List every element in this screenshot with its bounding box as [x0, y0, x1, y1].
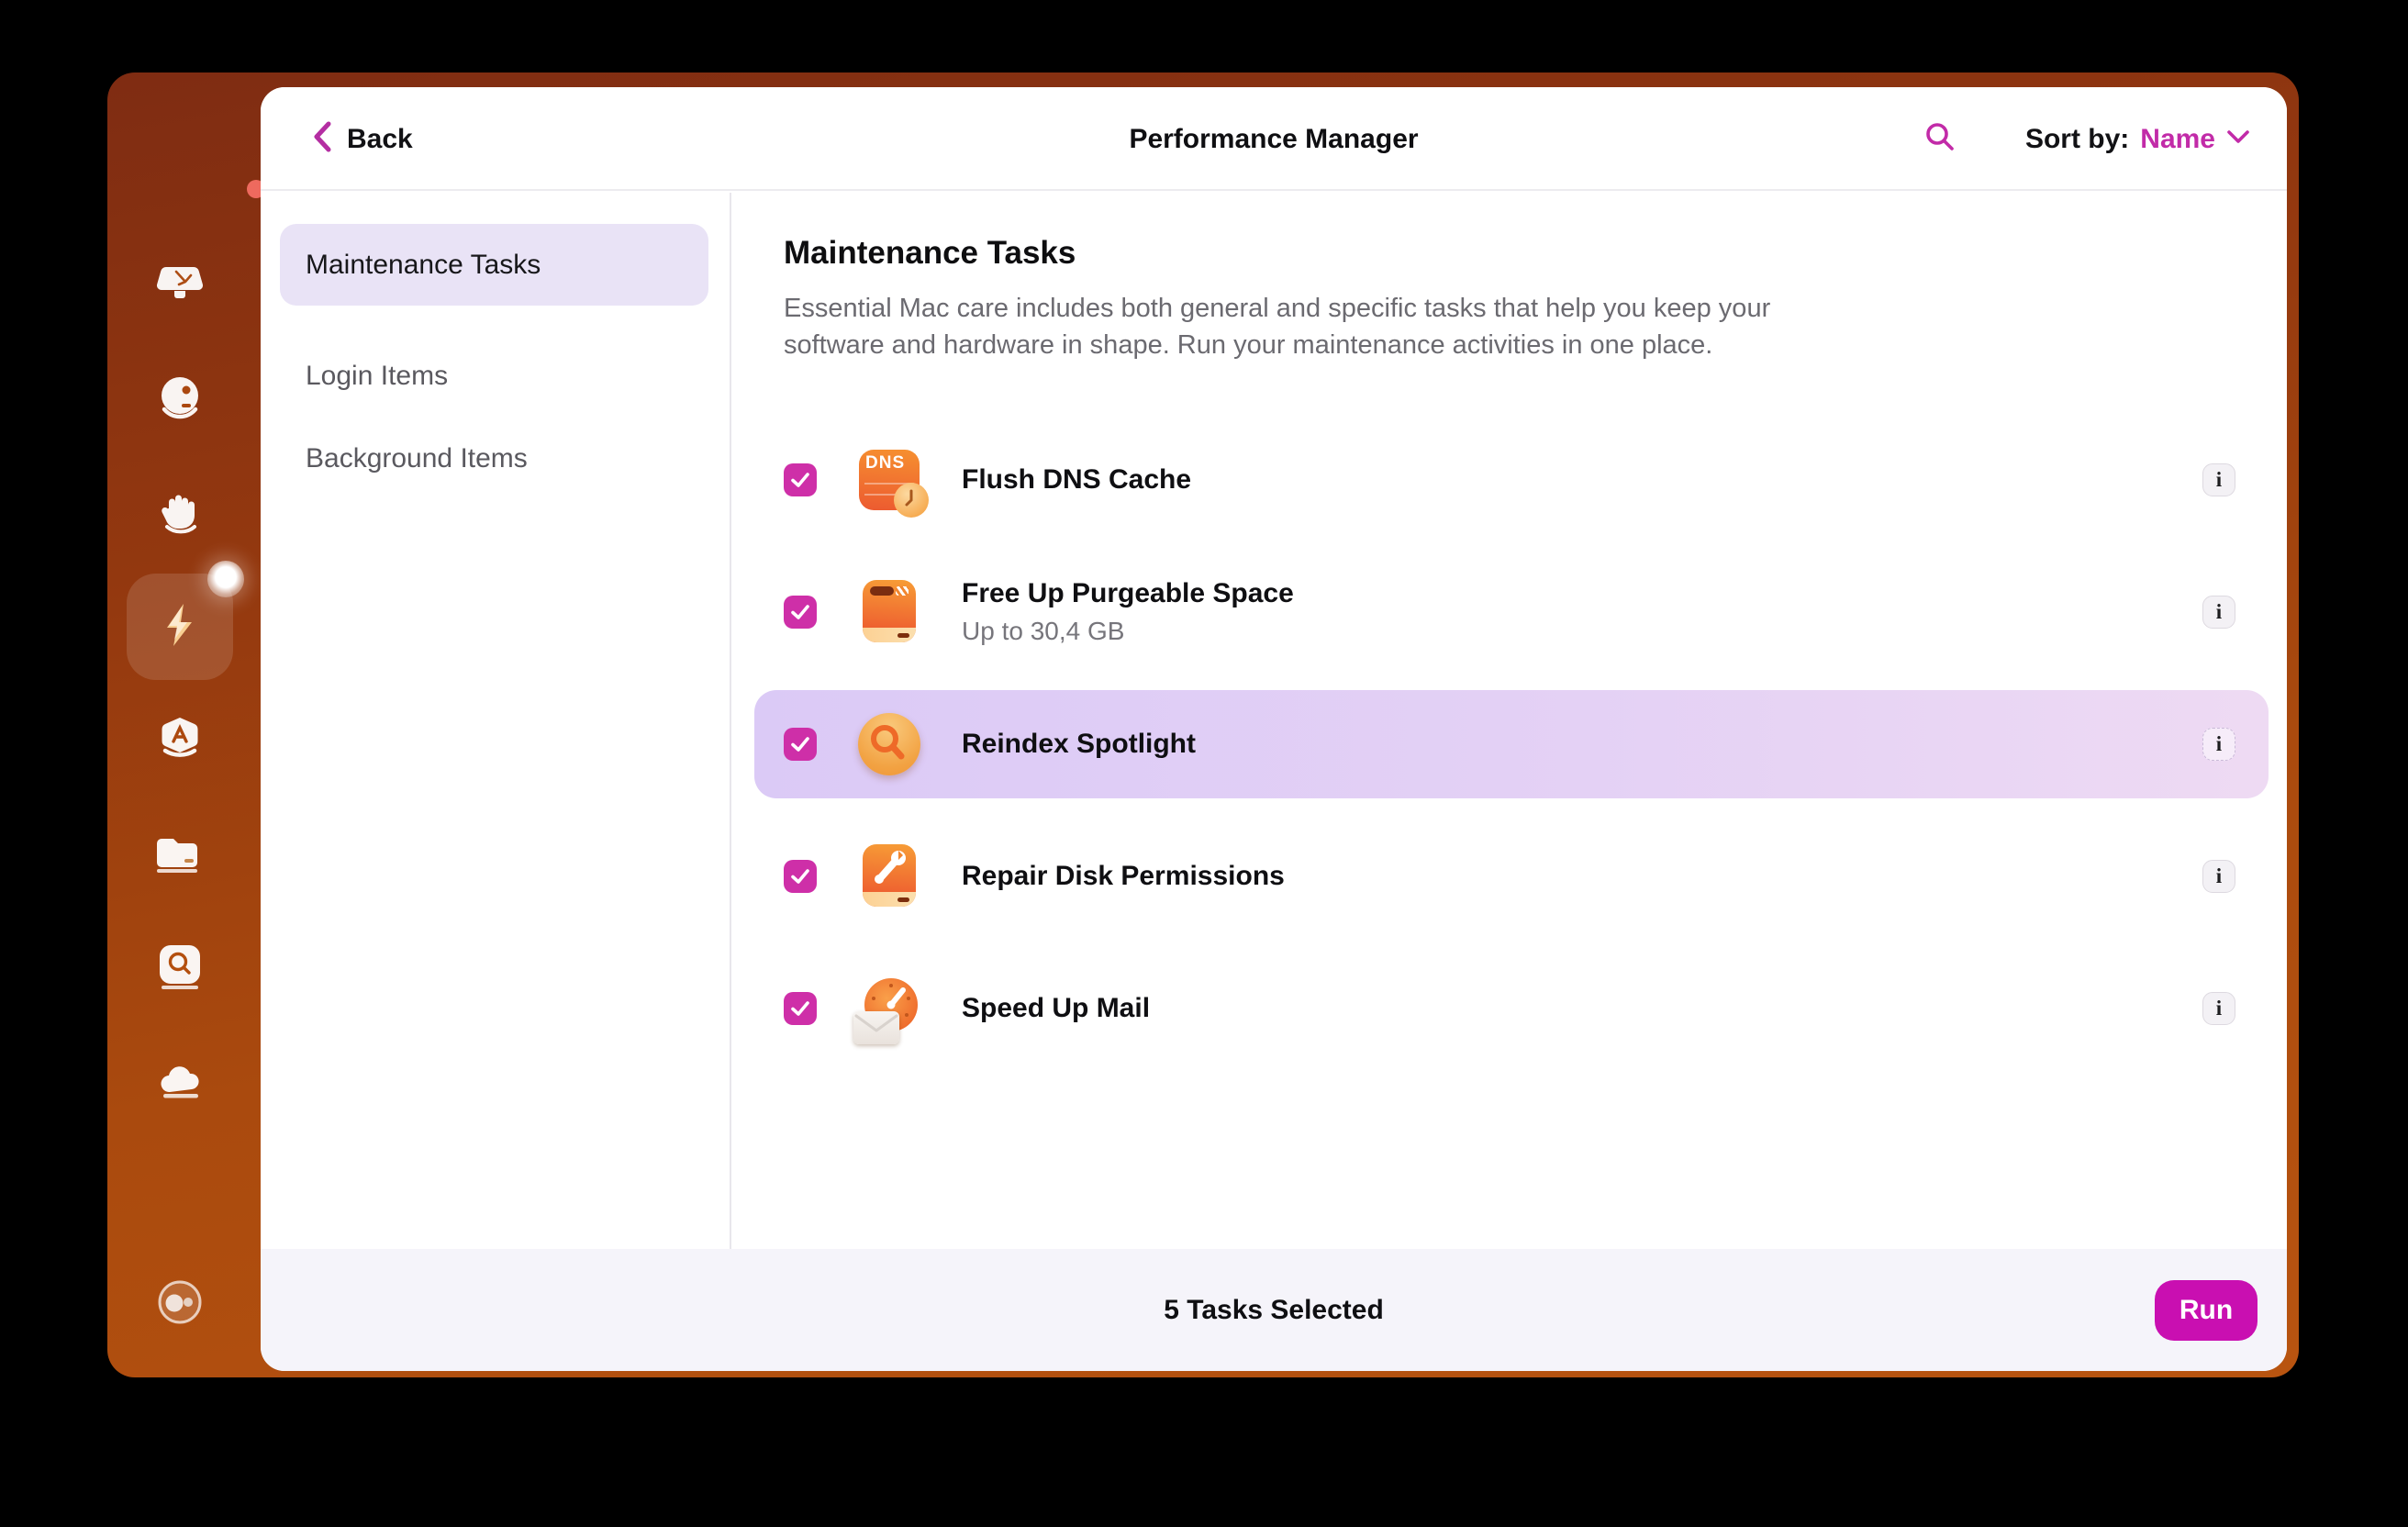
info-button[interactable]: i [2202, 860, 2235, 893]
magnifier-tile-icon [156, 943, 204, 996]
sort-label: Sort by: [2025, 124, 2129, 155]
task-label: Flush DNS Cache [962, 464, 1191, 495]
nav-item-background-items[interactable]: Background Items [280, 418, 708, 499]
sidebar-item-space-lens[interactable] [154, 943, 206, 995]
nav-item-login-items[interactable]: Login Items [280, 335, 708, 417]
info-button[interactable]: i [2202, 463, 2235, 496]
info-button[interactable]: i [2202, 728, 2235, 761]
page-title: Performance Manager [1129, 87, 1418, 191]
applications-badge-icon [156, 716, 204, 768]
gauge-envelope-icon [857, 976, 921, 1041]
sidebar-item-assistant[interactable] [154, 1278, 206, 1330]
tasks-selected-status: 5 Tasks Selected [1164, 1295, 1384, 1326]
app-window: Back Performance Manager Sort by: Name [107, 72, 2299, 1377]
content-title: Maintenance Tasks [784, 235, 1076, 272]
sidebar-item-uninstaller[interactable] [154, 375, 206, 427]
checkbox-checked[interactable] [784, 463, 817, 496]
sidebar-item-cloud[interactable] [154, 1057, 206, 1109]
run-button[interactable]: Run [2155, 1280, 2258, 1341]
toolbar: Back Performance Manager Sort by: Name [261, 87, 2287, 191]
sort-value: Name [2140, 124, 2215, 155]
chevron-left-icon [312, 120, 332, 158]
section-nav: Maintenance Tasks Login Items Background… [261, 193, 731, 1249]
checkbox-checked[interactable] [784, 728, 817, 761]
drive-wrench-icon [857, 844, 921, 908]
main-panel: Back Performance Manager Sort by: Name [261, 87, 2287, 1371]
sidebar-item-performance[interactable] [127, 574, 233, 680]
search-icon[interactable] [1923, 119, 1957, 159]
lightning-bolt-icon [153, 598, 206, 656]
back-button[interactable]: Back [312, 87, 413, 191]
sidebar-item-cleanup[interactable] [154, 260, 206, 311]
info-button[interactable]: i [2202, 596, 2235, 629]
nav-item-maintenance-tasks[interactable]: Maintenance Tasks [280, 224, 708, 306]
sort-dropdown[interactable]: Sort by: Name [2025, 124, 2250, 155]
checkbox-checked[interactable] [784, 860, 817, 893]
dns-clock-icon: DNS [857, 448, 921, 512]
content-area: Maintenance Tasks Essential Mac care inc… [733, 193, 2287, 1249]
screenshot-background: Back Performance Manager Sort by: Name [0, 0, 2408, 1527]
back-label: Back [347, 124, 413, 155]
hand-icon [156, 488, 204, 541]
task-row-repair-disk-permissions[interactable]: Repair Disk Permissions i [754, 822, 2269, 931]
chevron-down-icon [2226, 128, 2250, 150]
assistant-orb-icon [156, 1278, 204, 1331]
folder-icon [156, 830, 204, 882]
task-row-flush-dns-cache[interactable]: DNS Flush DNS Cache i [754, 426, 2269, 534]
sidebar-item-protection[interactable] [154, 488, 206, 540]
info-button[interactable]: i [2202, 992, 2235, 1025]
orange-drive-icon [857, 580, 921, 644]
task-row-reindex-spotlight[interactable]: Reindex Spotlight i [754, 690, 2269, 798]
checkbox-checked[interactable] [784, 596, 817, 629]
task-label: Free Up Purgeable Space [962, 578, 1294, 608]
task-subtitle: Up to 30,4 GB [962, 617, 2202, 646]
cleanup-monitor-icon [156, 260, 204, 312]
uninstaller-ball-icon [156, 375, 204, 428]
task-label: Reindex Spotlight [962, 729, 1196, 759]
task-label: Speed Up Mail [962, 993, 1150, 1023]
cloud-icon [156, 1057, 204, 1109]
performance-active-badge [207, 561, 244, 597]
checkbox-checked[interactable] [784, 992, 817, 1025]
task-row-speed-up-mail[interactable]: Speed Up Mail i [754, 954, 2269, 1063]
content-description: Essential Mac care includes both general… [784, 290, 1775, 363]
task-row-free-up-purgeable-space[interactable]: Free Up Purgeable Space Up to 30,4 GB i [754, 558, 2269, 666]
footer-bar: 5 Tasks Selected Run [261, 1249, 2287, 1371]
sidebar-item-my-clutter[interactable] [154, 830, 206, 881]
spotlight-magnifier-icon [857, 712, 921, 776]
task-label: Repair Disk Permissions [962, 861, 1285, 891]
sidebar-item-applications[interactable] [154, 716, 206, 767]
